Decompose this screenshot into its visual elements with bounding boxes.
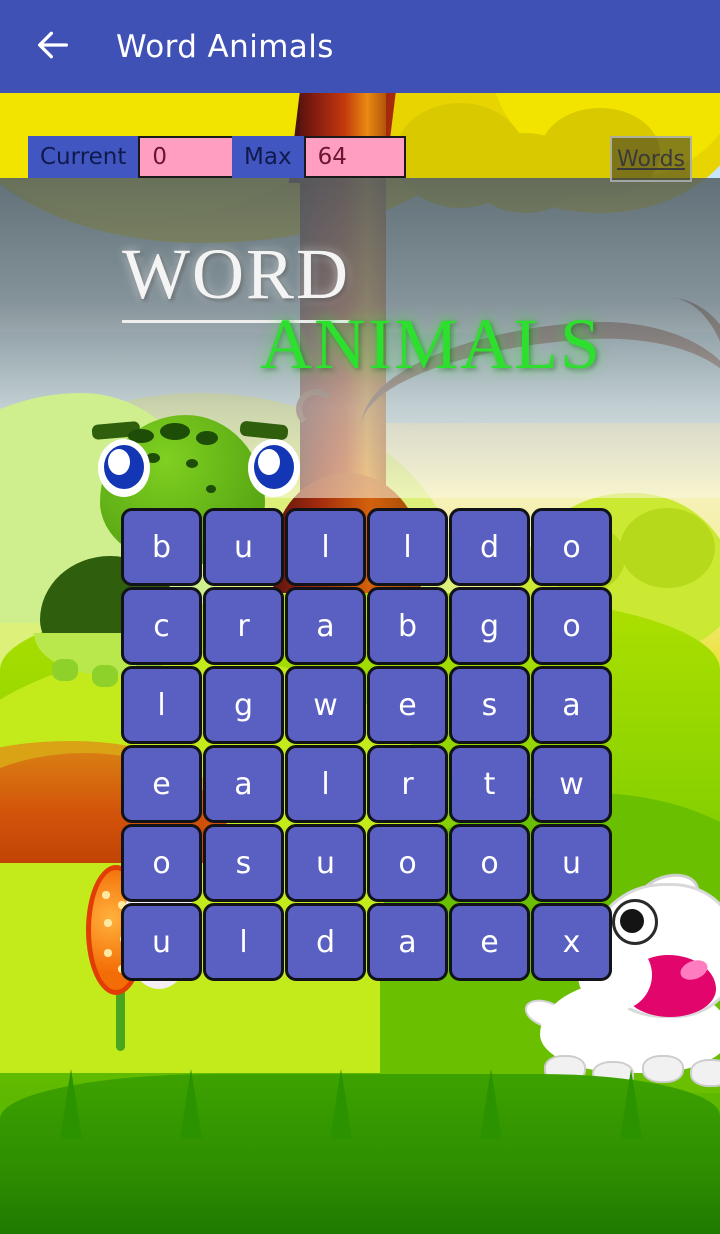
- turtle-pupil-highlight: [258, 449, 280, 475]
- turtle-spot: [206, 485, 216, 493]
- letter-tile[interactable]: w: [531, 745, 612, 823]
- current-score-value: 0: [138, 136, 241, 178]
- letter-tile[interactable]: c: [121, 587, 202, 665]
- bush-detail: [620, 508, 715, 588]
- letter-tile[interactable]: a: [367, 903, 448, 981]
- turtle-foot: [52, 659, 78, 681]
- letter-tile[interactable]: t: [449, 745, 530, 823]
- grass-tuft: [620, 1069, 642, 1139]
- turtle-spot: [186, 459, 198, 468]
- letter-tile[interactable]: l: [367, 508, 448, 586]
- letter-tile[interactable]: o: [121, 824, 202, 902]
- letter-tile[interactable]: d: [449, 508, 530, 586]
- letter-tile[interactable]: s: [449, 666, 530, 744]
- letter-tile[interactable]: u: [285, 824, 366, 902]
- turtle-spot: [196, 431, 218, 445]
- letter-tile[interactable]: a: [531, 666, 612, 744]
- letter-tile[interactable]: o: [531, 587, 612, 665]
- arrow-left-icon: [33, 25, 73, 69]
- grass-tuft: [330, 1069, 352, 1139]
- dog-paw: [690, 1059, 720, 1087]
- page-title: Word Animals: [116, 28, 334, 65]
- letter-tile[interactable]: a: [285, 587, 366, 665]
- letter-tile[interactable]: o: [449, 824, 530, 902]
- letter-tile[interactable]: u: [203, 508, 284, 586]
- dog-pupil: [620, 909, 644, 933]
- letter-tile[interactable]: l: [285, 745, 366, 823]
- turtle-pupil-highlight: [108, 449, 130, 475]
- letter-tile[interactable]: b: [367, 587, 448, 665]
- letter-tile[interactable]: u: [121, 903, 202, 981]
- turtle-foot: [92, 665, 118, 687]
- letter-tile[interactable]: l: [121, 666, 202, 744]
- current-score: Current 0: [28, 136, 241, 178]
- letter-tile[interactable]: o: [367, 824, 448, 902]
- letter-tile[interactable]: e: [449, 903, 530, 981]
- app-bar: Word Animals: [0, 0, 720, 93]
- max-score-value: 64: [303, 136, 406, 178]
- letter-tile[interactable]: g: [203, 666, 284, 744]
- grass-foreground: [0, 1074, 720, 1234]
- max-score-label: Max: [232, 136, 304, 178]
- score-bar: Current 0 Max 64 Words: [0, 136, 720, 192]
- letter-tile[interactable]: e: [121, 745, 202, 823]
- letter-tile[interactable]: x: [531, 903, 612, 981]
- turtle-spot: [160, 423, 190, 440]
- letter-tile[interactable]: r: [203, 587, 284, 665]
- letter-tile[interactable]: o: [531, 508, 612, 586]
- letter-grid[interactable]: bulldocrabgolgwesaealrtwosuoouuldaex: [121, 508, 612, 981]
- letter-tile[interactable]: u: [531, 824, 612, 902]
- letter-tile[interactable]: w: [285, 666, 366, 744]
- letter-tile[interactable]: s: [203, 824, 284, 902]
- grass-tuft: [180, 1069, 202, 1139]
- letter-tile[interactable]: b: [121, 508, 202, 586]
- dog-paw: [642, 1055, 684, 1083]
- letter-tile[interactable]: d: [285, 903, 366, 981]
- grass-tuft: [60, 1069, 82, 1139]
- current-score-label: Current: [28, 136, 139, 178]
- grass-tuft: [480, 1069, 502, 1139]
- max-score: Max 64: [232, 136, 406, 178]
- letter-tile[interactable]: g: [449, 587, 530, 665]
- letter-tile[interactable]: l: [203, 903, 284, 981]
- letter-tile[interactable]: l: [285, 508, 366, 586]
- letter-tile[interactable]: r: [367, 745, 448, 823]
- words-button[interactable]: Words: [610, 136, 692, 182]
- back-button[interactable]: [22, 16, 84, 78]
- letter-tile[interactable]: a: [203, 745, 284, 823]
- letter-tile[interactable]: e: [367, 666, 448, 744]
